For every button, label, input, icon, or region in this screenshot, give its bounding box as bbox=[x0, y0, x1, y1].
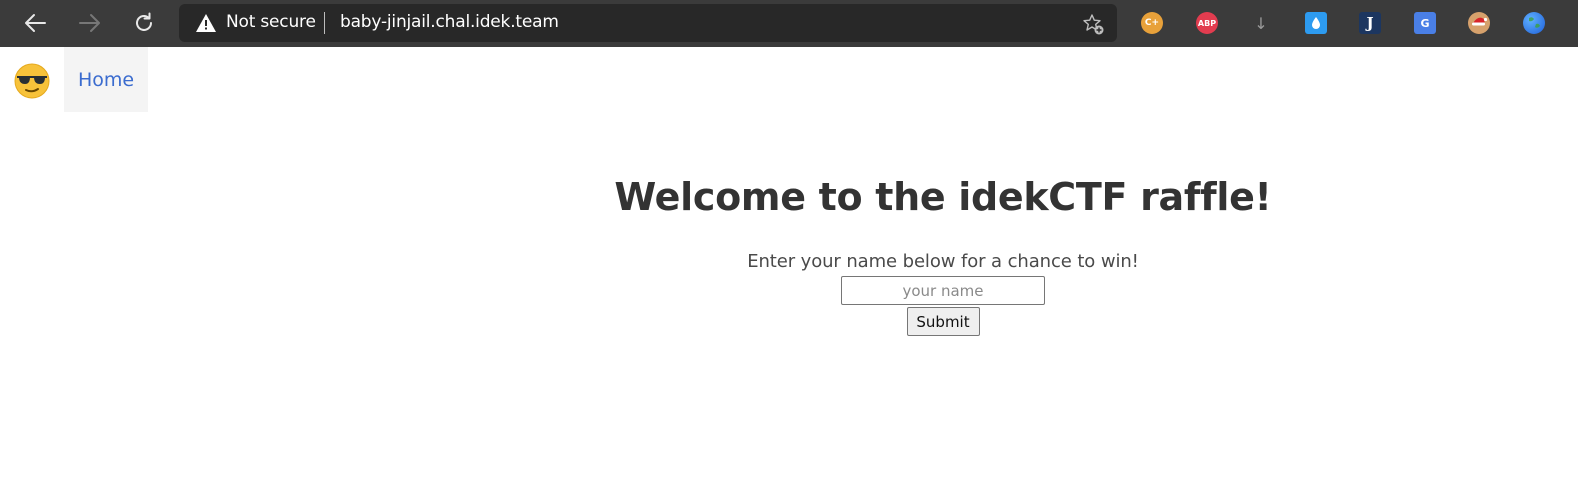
name-input[interactable] bbox=[841, 276, 1045, 305]
reload-button[interactable] bbox=[128, 8, 160, 38]
back-arrow-icon bbox=[25, 14, 46, 32]
address-bar[interactable]: Not secure baby-jinjail.chal.idek.team bbox=[179, 4, 1117, 42]
adblock-plus-extension-icon[interactable]: ABP bbox=[1196, 12, 1218, 34]
forward-button[interactable] bbox=[74, 8, 106, 38]
site-navbar: Home bbox=[0, 47, 1578, 113]
page-title: Welcome to the idekCTF raffle! bbox=[614, 175, 1272, 219]
back-button[interactable] bbox=[19, 8, 51, 38]
add-favorite-star-icon[interactable] bbox=[1081, 12, 1105, 36]
droplet-extension-icon[interactable] bbox=[1305, 12, 1327, 34]
url-text[interactable]: baby-jinjail.chal.idek.team bbox=[340, 12, 559, 32]
logo-sunglasses-face-icon[interactable] bbox=[14, 63, 50, 99]
raffle-form-section: Welcome to the idekCTF raffle! Enter you… bbox=[308, 160, 1578, 336]
browser-toolbar: Not secure baby-jinjail.chal.idek.team C… bbox=[0, 0, 1578, 47]
globe-icon bbox=[1529, 17, 1540, 28]
droplet-icon bbox=[1312, 17, 1320, 29]
submit-button[interactable]: Submit bbox=[906, 307, 980, 336]
j-extension-icon[interactable]: J bbox=[1359, 12, 1381, 34]
reload-icon bbox=[136, 12, 152, 31]
security-status[interactable]: Not secure bbox=[226, 12, 316, 32]
google-translate-extension-icon[interactable]: G bbox=[1414, 12, 1436, 34]
globe-extension-icon[interactable] bbox=[1523, 12, 1545, 34]
santa-extension-icon[interactable] bbox=[1468, 12, 1490, 34]
warning-icon bbox=[196, 14, 216, 32]
address-divider bbox=[324, 12, 325, 34]
raffle-prompt: Enter your name below for a chance to wi… bbox=[747, 251, 1139, 272]
cplusplus-extension-icon[interactable]: C+ bbox=[1141, 12, 1163, 34]
sunglasses-face-icon bbox=[14, 63, 50, 99]
nav-home-link[interactable]: Home bbox=[64, 47, 148, 112]
santa-hat-icon bbox=[1472, 17, 1488, 26]
downloads-icon[interactable]: ↓ bbox=[1250, 12, 1272, 34]
forward-arrow-icon bbox=[79, 14, 100, 32]
